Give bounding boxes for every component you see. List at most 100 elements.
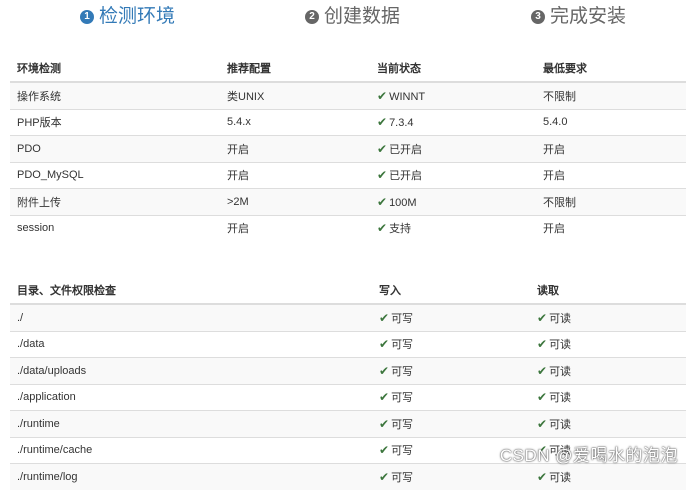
env-name: 附件上传 [10, 188, 220, 215]
dir-path: ./data/uploads [10, 357, 372, 384]
check-icon: ✔ [377, 194, 388, 209]
env-current-value: 支持 [389, 223, 412, 236]
env-name: PHP版本 [10, 108, 220, 136]
env-current-value: 已开启 [389, 143, 423, 156]
dir-read-value: 可读 [549, 392, 572, 405]
dir-write: ✔ 可写 [372, 330, 530, 358]
env-current: ✔ 已开启 [370, 135, 536, 162]
check-icon: ✔ [377, 168, 388, 183]
dir-path: ./runtime [10, 410, 372, 437]
check-icon: ✔ [537, 337, 548, 352]
dir-path: ./data [10, 330, 372, 358]
header-recommended: 推荐配置 [220, 54, 370, 83]
env-recommended: 开启 [220, 135, 370, 162]
table-row: 操作系统 类UNIX ✔ WINNT 不限制 [10, 81, 686, 109]
check-icon: ✔ [379, 416, 390, 431]
dir-path: ./runtime/log [10, 463, 372, 490]
dir-write-value: 可写 [391, 392, 414, 405]
table-row: ./runtime ✔ 可写 ✔ 可读 [10, 410, 686, 437]
table-row: ./runtime/log ✔ 可写 ✔ 可读 [10, 463, 686, 490]
check-icon: ✔ [537, 363, 548, 378]
check-icon: ✔ [377, 88, 388, 103]
check-icon: ✔ [379, 363, 390, 378]
dir-write-value: 可写 [391, 339, 414, 352]
check-icon: ✔ [379, 310, 390, 325]
dir-read-value: 可读 [549, 365, 572, 378]
step-number-2: 2 [305, 10, 319, 24]
dir-path: ./ [10, 303, 372, 331]
env-name: PDO_MySQL [10, 161, 220, 189]
table-row: ./ ✔ 可写 ✔ 可读 [10, 303, 686, 331]
environment-check-table: 环境检测 推荐配置 当前状态 最低要求 操作系统 类UNIX ✔ WINNT 不限… [10, 54, 686, 241]
check-icon: ✔ [537, 469, 548, 484]
table-row: session 开启 ✔ 支持 开启 [10, 214, 686, 241]
step-label-2: 创建数据 [324, 6, 401, 27]
dir-read: ✔ 可读 [530, 410, 686, 437]
check-icon: ✔ [379, 337, 390, 352]
env-current: ✔ 7.3.4 [370, 108, 536, 136]
env-recommended: 开启 [220, 161, 370, 189]
table-row: ./application ✔ 可写 ✔ 可读 [10, 383, 686, 411]
step-create-data: 2 创建数据 [305, 5, 400, 29]
table-row: PDO_MySQL 开启 ✔ 已开启 开启 [10, 161, 686, 189]
env-name: PDO [10, 135, 220, 162]
check-icon: ✔ [379, 390, 390, 405]
env-recommended: >2M [220, 188, 370, 215]
check-icon: ✔ [377, 221, 388, 236]
env-recommended: 5.4.x [220, 108, 370, 136]
dir-path: ./runtime/cache [10, 436, 372, 464]
step-number-3: 3 [531, 10, 545, 24]
header-directory: 目录、文件权限检查 [10, 276, 372, 305]
dir-write-value: 可写 [391, 445, 414, 458]
env-minimum: 开启 [536, 135, 686, 162]
env-current-value: WINNT [389, 90, 426, 103]
env-name: 操作系统 [10, 81, 220, 109]
check-icon: ✔ [537, 416, 548, 431]
table-row: PDO 开启 ✔ 已开启 开启 [10, 135, 686, 162]
check-icon: ✔ [537, 390, 548, 405]
env-recommended: 类UNIX [220, 81, 370, 109]
env-current-value: 已开启 [389, 170, 423, 183]
dir-read-value: 可读 [549, 312, 572, 325]
env-minimum: 开启 [536, 214, 686, 241]
table-row: ./data ✔ 可写 ✔ 可读 [10, 330, 686, 358]
env-name: session [10, 214, 220, 241]
table-header-row: 环境检测 推荐配置 当前状态 最低要求 [10, 54, 686, 83]
dir-write-value: 可写 [391, 418, 414, 431]
dir-read-value: 可读 [549, 418, 572, 431]
dir-write-value: 可写 [391, 312, 414, 325]
env-recommended: 开启 [220, 214, 370, 241]
check-icon: ✔ [537, 310, 548, 325]
table-row: PHP版本 5.4.x ✔ 7.3.4 5.4.0 [10, 108, 686, 136]
header-current-status: 当前状态 [370, 54, 536, 83]
step-check-environment: 1 检测环境 [80, 5, 175, 29]
env-minimum: 不限制 [536, 188, 686, 215]
dir-write: ✔ 可写 [372, 383, 530, 411]
env-current: ✔ 支持 [370, 214, 536, 241]
dir-path: ./application [10, 383, 372, 411]
env-minimum: 不限制 [536, 81, 686, 109]
step-label-1: 检测环境 [99, 6, 176, 27]
table-row: 附件上传 >2M ✔ 100M 不限制 [10, 188, 686, 215]
header-read: 读取 [530, 276, 686, 305]
header-env-check: 环境检测 [10, 54, 220, 83]
check-icon: ✔ [379, 469, 390, 484]
dir-write-value: 可写 [391, 365, 414, 378]
table-header-row: 目录、文件权限检查 写入 读取 [10, 276, 686, 305]
step-label-3: 完成安装 [550, 6, 627, 27]
check-icon: ✔ [379, 443, 390, 458]
dir-read: ✔ 可读 [530, 383, 686, 411]
dir-read: ✔ 可读 [530, 303, 686, 331]
table-row: ./data/uploads ✔ 可写 ✔ 可读 [10, 357, 686, 384]
dir-read: ✔ 可读 [530, 463, 686, 490]
env-current: ✔ 100M [370, 188, 536, 215]
dir-read: ✔ 可读 [530, 357, 686, 384]
check-icon: ✔ [377, 115, 388, 130]
dir-read: ✔ 可读 [530, 330, 686, 358]
dir-write: ✔ 可写 [372, 410, 530, 437]
env-current-value: 100M [389, 196, 417, 209]
header-minimum: 最低要求 [536, 54, 686, 83]
env-minimum: 5.4.0 [536, 108, 686, 136]
dir-read-value: 可读 [549, 339, 572, 352]
install-steps: 1 检测环境 2 创建数据 3 完成安装 [0, 0, 692, 40]
